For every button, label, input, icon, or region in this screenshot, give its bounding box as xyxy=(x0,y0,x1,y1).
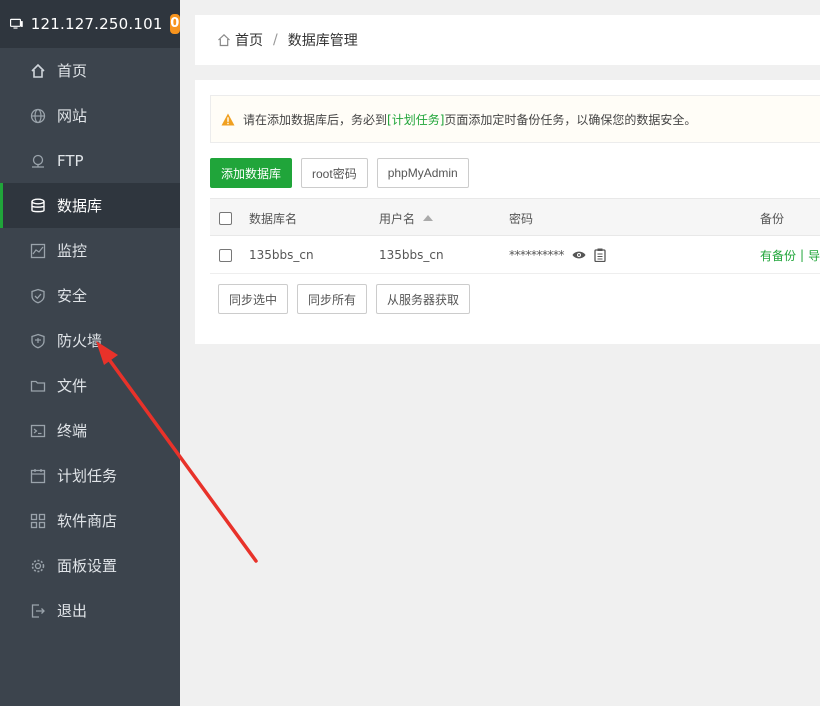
sidebar-item-logout[interactable]: 退出 xyxy=(0,588,180,633)
globe-icon xyxy=(29,107,47,125)
backup-link[interactable]: 有备份 xyxy=(760,247,796,264)
backup-notice: 请在添加数据库后，务必到 [计划任务] 页面添加定时备份任务，以确保您的数据安全。 xyxy=(210,95,820,143)
sidebar-item-monitor[interactable]: 监控 xyxy=(0,228,180,273)
sidebar-item-cron[interactable]: 计划任务 xyxy=(0,453,180,498)
header-backup: 备份 xyxy=(760,211,785,226)
add-database-button[interactable]: 添加数据库 xyxy=(210,158,293,188)
sidebar-item-label: FTP xyxy=(57,151,84,170)
ftp-icon xyxy=(29,152,47,170)
sidebar-item-label: 退出 xyxy=(57,602,88,620)
server-header: 121.127.250.101 0 xyxy=(0,0,180,48)
sidebar-item-label: 文件 xyxy=(57,377,88,395)
sidebar-item-label: 数据库 xyxy=(57,197,103,215)
sync-all-button[interactable]: 同步所有 xyxy=(297,284,368,314)
phpmyadmin-button[interactable]: phpMyAdmin xyxy=(376,158,469,188)
sidebar-item-label: 网站 xyxy=(57,107,88,125)
breadcrumb-separator: / xyxy=(273,32,278,48)
sidebar-item-label: 软件商店 xyxy=(57,512,118,530)
password-mask: ********** xyxy=(509,248,565,262)
header-username-label: 用户名 xyxy=(379,211,416,226)
sidebar-item-home[interactable]: 首页 xyxy=(0,48,180,93)
row-checkbox[interactable] xyxy=(219,248,232,262)
copy-icon[interactable] xyxy=(594,248,606,262)
sidebar-item-database[interactable]: 数据库 xyxy=(0,183,180,228)
header-password: 密码 xyxy=(509,211,534,226)
calendar-icon xyxy=(29,467,47,485)
database-panel: 请在添加数据库后，务必到 [计划任务] 页面添加定时备份任务，以确保您的数据安全。 … xyxy=(195,80,820,344)
shield-icon xyxy=(29,287,47,305)
sidebar-item-label: 终端 xyxy=(57,422,88,440)
sidebar-item-label: 计划任务 xyxy=(57,467,118,485)
sidebar-item-firewall[interactable]: 防火墙 xyxy=(0,318,180,363)
sidebar-item-label: 面板设置 xyxy=(57,557,118,575)
breadcrumb-home[interactable]: 首页 xyxy=(235,30,263,50)
sidebar-item-ftp[interactable]: FTP xyxy=(0,138,180,183)
monitor-chart-icon xyxy=(29,242,47,260)
bulk-actions: 同步选中 同步所有 从服务器获取 xyxy=(218,284,479,314)
cell-db-name: 135bbs_cn xyxy=(249,248,314,262)
sidebar-item-files[interactable]: 文件 xyxy=(0,363,180,408)
notice-text-before: 请在添加数据库后，务必到 xyxy=(243,112,388,127)
select-all-checkbox[interactable] xyxy=(219,211,232,225)
header-db-name[interactable]: 数据库名 xyxy=(249,199,297,237)
logout-icon xyxy=(29,602,47,620)
sidebar-item-security[interactable]: 安全 xyxy=(0,273,180,318)
grid-icon xyxy=(29,512,47,530)
sidebar-item-settings[interactable]: 面板设置 xyxy=(0,543,180,588)
sync-selected-button[interactable]: 同步选中 xyxy=(218,284,289,314)
server-ip: 121.127.250.101 xyxy=(30,15,163,33)
sort-asc-icon xyxy=(423,215,434,221)
sidebar-footer xyxy=(0,633,180,706)
sidebar: 121.127.250.101 0 首页 网站 FTP 数据库 监控 安全 防火… xyxy=(0,0,180,706)
sidebar-item-label: 首页 xyxy=(57,62,88,80)
notice-text-after: 页面添加定时备份任务，以确保您的数据安全。 xyxy=(444,112,697,127)
database-table: 数据库名 用户名 密码 备份 135bbs_cn 135bbs_cn *****… xyxy=(210,198,820,274)
fetch-from-server-button[interactable]: 从服务器获取 xyxy=(376,284,471,314)
sidebar-item-website[interactable]: 网站 xyxy=(0,93,180,138)
warning-icon xyxy=(221,113,235,125)
sidebar-item-label: 安全 xyxy=(57,287,88,305)
breadcrumb-current: 数据库管理 xyxy=(287,33,358,49)
cell-password: ********** xyxy=(509,236,606,274)
sidebar-menu: 首页 网站 FTP 数据库 监控 安全 防火墙 文件 终端 计划任务 软件商店 … xyxy=(0,48,180,633)
sidebar-item-store[interactable]: 软件商店 xyxy=(0,498,180,543)
notification-badge[interactable]: 0 xyxy=(169,14,180,34)
folder-icon xyxy=(29,377,47,395)
database-icon xyxy=(29,197,47,215)
eye-icon[interactable] xyxy=(572,250,586,260)
home-icon xyxy=(218,33,230,47)
sidebar-item-terminal[interactable]: 终端 xyxy=(0,408,180,453)
cell-backup: 有备份 | 导 xyxy=(760,236,820,274)
firewall-icon xyxy=(29,332,47,350)
breadcrumb: 首页 / 数据库管理 xyxy=(195,15,820,65)
gear-icon xyxy=(29,557,47,575)
monitor-icon xyxy=(10,18,23,29)
link-separator: | xyxy=(800,248,805,262)
cell-username: 135bbs_cn xyxy=(379,248,444,262)
cron-task-link[interactable]: [计划任务] xyxy=(387,111,444,128)
header-username[interactable]: 用户名 xyxy=(379,199,434,237)
terminal-icon xyxy=(29,422,47,440)
table-header: 数据库名 用户名 密码 备份 xyxy=(210,198,820,236)
sidebar-item-label: 监控 xyxy=(57,242,88,260)
import-link[interactable]: 导 xyxy=(808,247,820,264)
root-password-button[interactable]: root密码 xyxy=(301,158,368,188)
toolbar: 添加数据库 root密码 phpMyAdmin xyxy=(210,158,478,188)
home-icon xyxy=(29,62,47,80)
sidebar-item-label: 防火墙 xyxy=(57,332,103,350)
table-row: 135bbs_cn 135bbs_cn ********** 有备份 | 导 xyxy=(210,236,820,274)
